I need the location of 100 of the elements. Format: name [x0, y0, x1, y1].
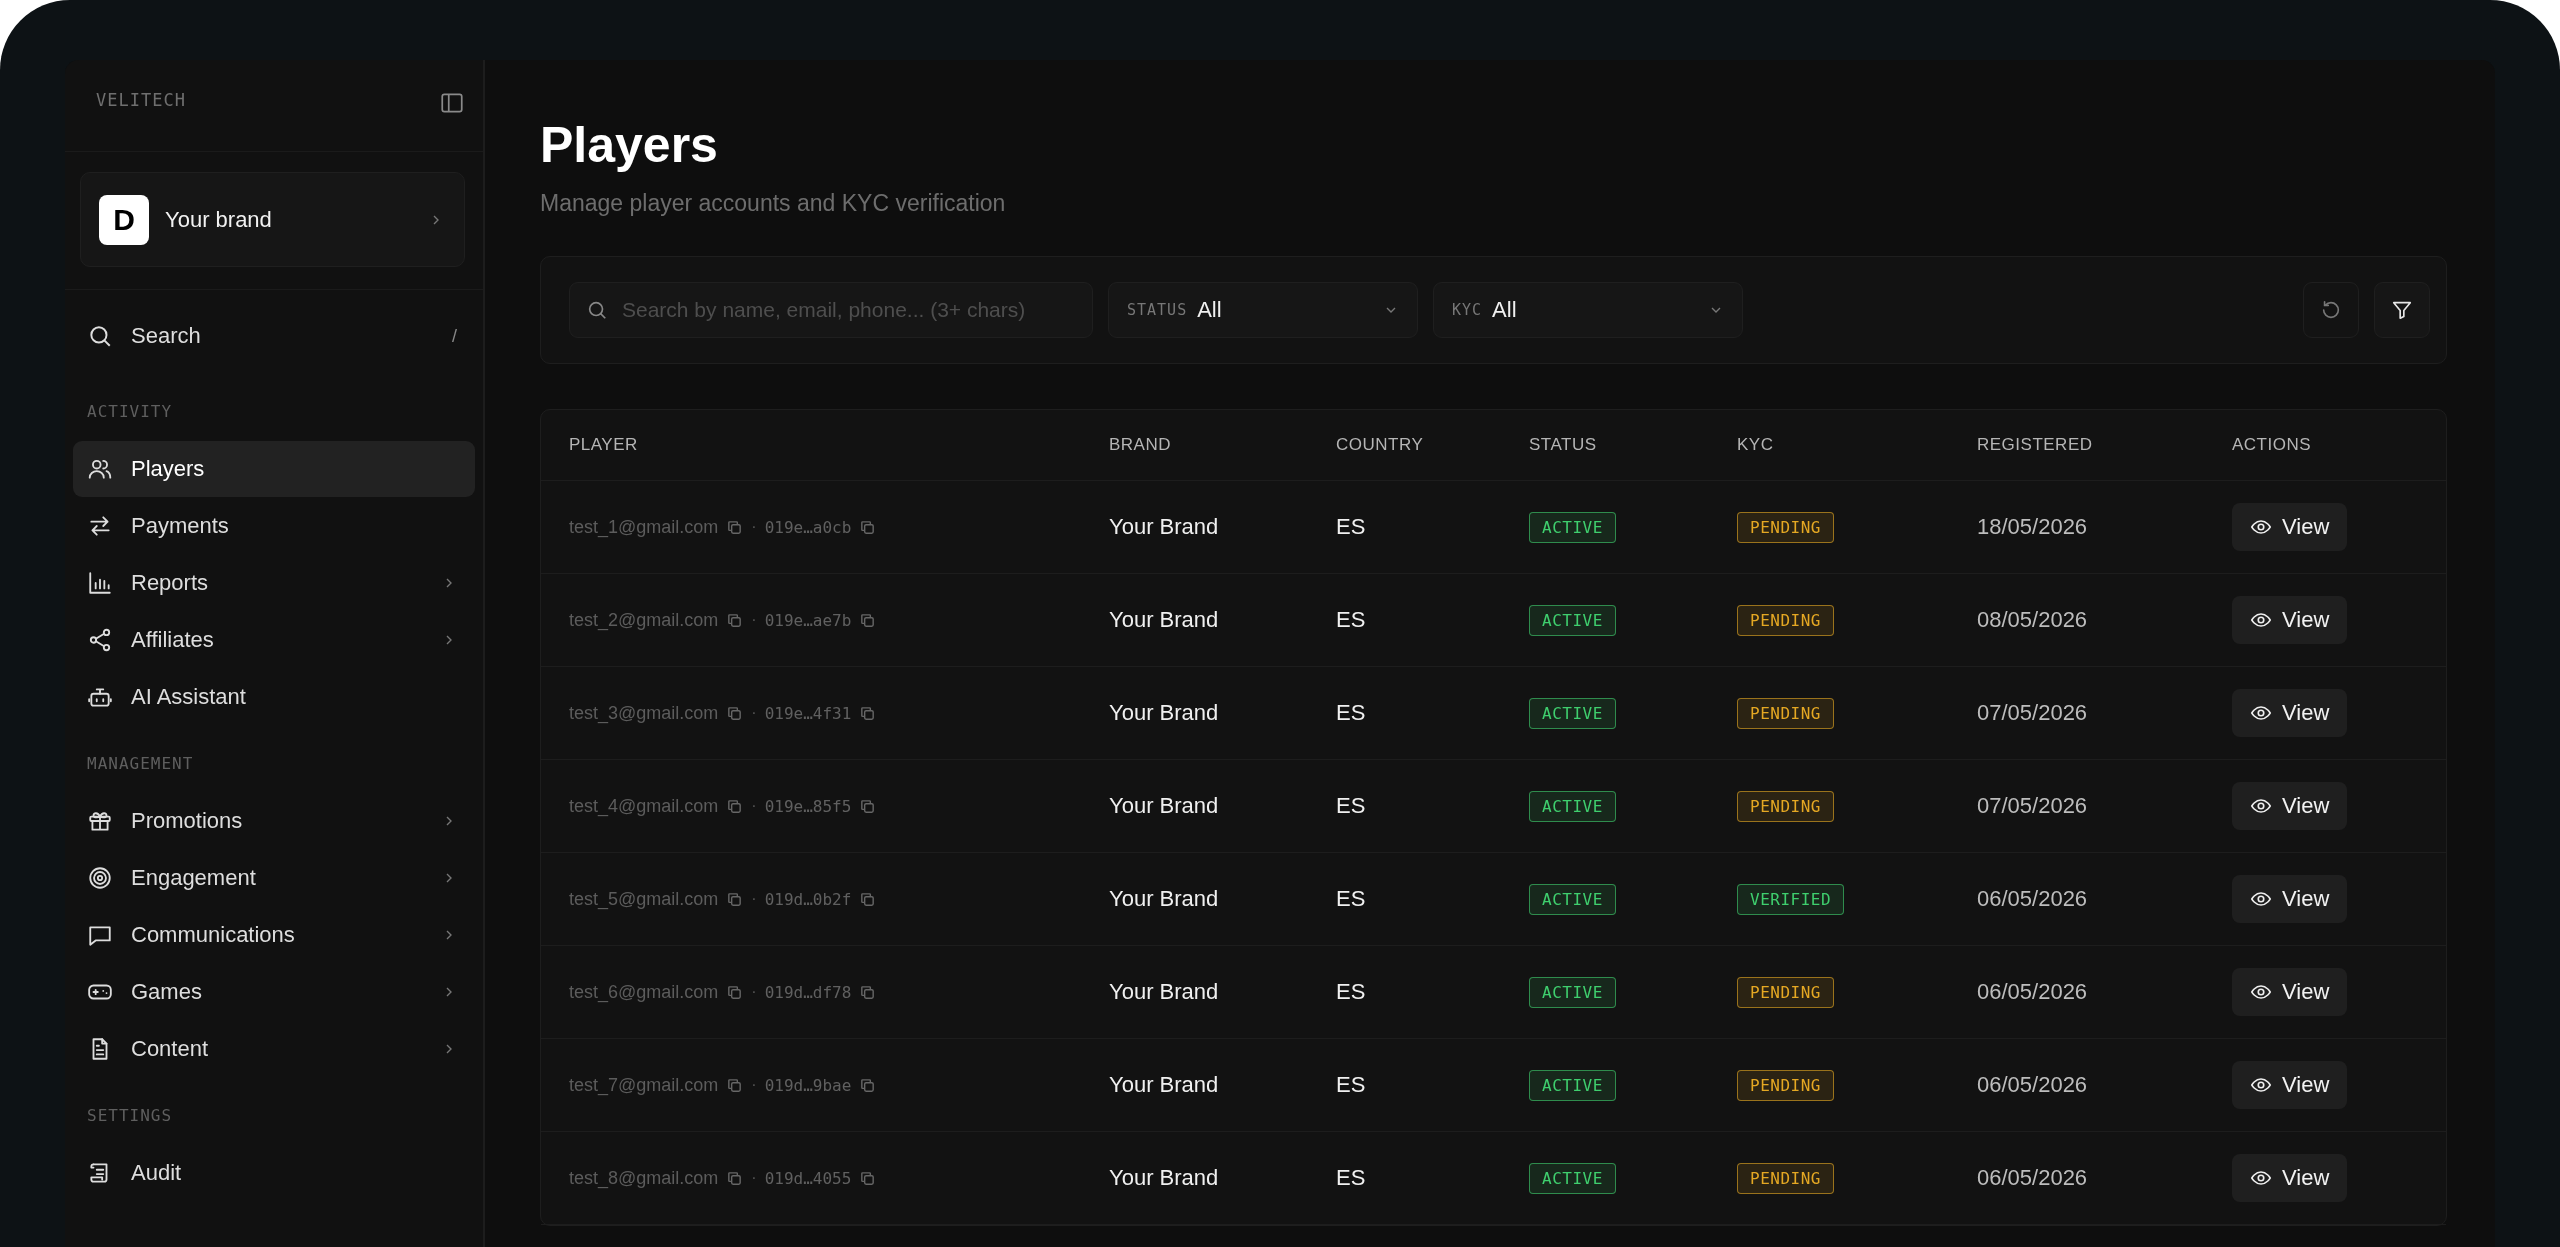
player-id: 019e…a0cb: [764, 517, 852, 537]
player-id: 019e…ae7b: [764, 610, 852, 630]
page-subtitle: Manage player accounts and KYC verification: [540, 190, 1007, 217]
page-title: Players: [540, 116, 719, 174]
status-badge: ACTIVE: [1529, 697, 1616, 729]
view-button[interactable]: View: [2232, 596, 2348, 644]
player-id: 019d…df78: [764, 982, 852, 1002]
country-cell-text: ES: [1336, 793, 1367, 819]
column-header: COUNTRY: [1336, 435, 1425, 455]
nav-item[interactable]: Games: [73, 964, 475, 1020]
search-icon: [586, 299, 608, 321]
copy-icon[interactable]: [726, 611, 744, 629]
brand-cell-text: Your Brand: [1109, 886, 1220, 912]
player-id: 019e…85f5: [764, 796, 852, 816]
player-id: 019e…4f31: [764, 703, 852, 723]
brand-avatar: D: [99, 194, 149, 245]
kyc-badge: PENDING: [1737, 1162, 1834, 1194]
search-button[interactable]: Search /: [73, 308, 475, 364]
copy-icon[interactable]: [859, 983, 877, 1001]
copy-icon[interactable]: [859, 797, 877, 815]
kyc-badge: PENDING: [1737, 1069, 1834, 1101]
filter-button[interactable]: [2374, 282, 2430, 338]
nav-item[interactable]: Audit: [73, 1145, 475, 1201]
player-email: test_1@gmail.com: [569, 516, 719, 538]
nav-item[interactable]: Reports: [73, 555, 475, 611]
player-email: test_8@gmail.com: [569, 1167, 719, 1189]
brand-cell-text: Your Brand: [1109, 1165, 1220, 1191]
copy-icon[interactable]: [726, 518, 744, 536]
date-cell-text: 08/05/2026: [1977, 607, 2089, 633]
shortcut-key: /: [452, 325, 457, 347]
brand-cell-text: Your Brand: [1109, 514, 1220, 540]
logo-text: VELITECH: [96, 90, 186, 110]
status-badge: ACTIVE: [1529, 604, 1616, 636]
copy-icon[interactable]: [726, 1076, 744, 1094]
view-button[interactable]: View: [2232, 1061, 2348, 1109]
copy-icon[interactable]: [726, 797, 744, 815]
nav-item[interactable]: Communications: [73, 907, 475, 963]
column-header: REGISTERED: [1977, 435, 2094, 455]
filter-dropdown[interactable]: KYC All: [1433, 282, 1743, 338]
nav-item[interactable]: Content: [73, 1021, 475, 1077]
copy-icon[interactable]: [859, 890, 877, 908]
kyc-badge: PENDING: [1737, 511, 1834, 543]
player-email: test_4@gmail.com: [569, 795, 719, 817]
copy-icon[interactable]: [859, 704, 877, 722]
player-id: 019d…9bae: [764, 1075, 852, 1095]
kyc-badge: PENDING: [1737, 604, 1834, 636]
search-field[interactable]: Search by name, email, phone... (3+ chars): [569, 282, 1093, 338]
sidebar-toggle-icon[interactable]: [439, 90, 465, 116]
view-button[interactable]: View: [2232, 968, 2348, 1016]
bar-chart-icon: [87, 570, 113, 596]
refresh-button[interactable]: [2303, 282, 2359, 338]
arrows-icon: [87, 513, 113, 539]
status-badge: ACTIVE: [1529, 1069, 1616, 1101]
column-header: KYC: [1737, 435, 1775, 455]
share-icon: [87, 627, 113, 653]
copy-icon[interactable]: [859, 518, 877, 536]
separator-dot: ·: [751, 797, 757, 815]
column-header: PLAYER: [569, 435, 639, 455]
status-badge: ACTIVE: [1529, 1162, 1616, 1194]
brand-cell-text: Your Brand: [1109, 700, 1220, 726]
separator-dot: ·: [751, 983, 757, 1001]
copy-icon[interactable]: [859, 1169, 877, 1187]
nav-item[interactable]: Players: [73, 441, 475, 497]
country-cell-text: ES: [1336, 700, 1367, 726]
status-badge: ACTIVE: [1529, 511, 1616, 543]
status-badge: ACTIVE: [1529, 790, 1616, 822]
view-button[interactable]: View: [2232, 875, 2348, 923]
separator-dot: ·: [751, 1076, 757, 1094]
nav-item[interactable]: Payments: [73, 498, 475, 554]
view-button[interactable]: View: [2232, 1154, 2348, 1202]
search-icon: [87, 323, 113, 349]
copy-icon[interactable]: [726, 1169, 744, 1187]
view-button[interactable]: View: [2232, 782, 2348, 830]
brand-cell-text: Your Brand: [1109, 1072, 1220, 1098]
player-email: test_2@gmail.com: [569, 609, 719, 631]
separator-dot: ·: [751, 704, 757, 722]
brand-switcher[interactable]: D Your brand: [80, 172, 465, 267]
view-button[interactable]: View: [2232, 689, 2348, 737]
nav-item[interactable]: Engagement: [73, 850, 475, 906]
view-button[interactable]: View: [2232, 503, 2348, 551]
date-cell-text: 06/05/2026: [1977, 886, 2089, 912]
date-cell-text: 06/05/2026: [1977, 1165, 2089, 1191]
copy-icon[interactable]: [859, 1076, 877, 1094]
date-cell-text: 18/05/2026: [1977, 514, 2089, 540]
column-header: BRAND: [1109, 435, 1172, 455]
country-cell-text: ES: [1336, 1072, 1367, 1098]
nav-item[interactable]: Affiliates: [73, 612, 475, 668]
copy-icon[interactable]: [726, 890, 744, 908]
nav-item[interactable]: Promotions: [73, 793, 475, 849]
country-cell-text: ES: [1336, 1165, 1367, 1191]
copy-icon[interactable]: [726, 983, 744, 1001]
status-badge: ACTIVE: [1529, 883, 1616, 915]
kyc-badge: VERIFIED: [1737, 883, 1845, 915]
copy-icon[interactable]: [726, 704, 744, 722]
separator-dot: ·: [751, 611, 757, 629]
filter-dropdown[interactable]: STATUS All: [1108, 282, 1418, 338]
section-heading: SETTINGS: [86, 1105, 174, 1127]
copy-icon[interactable]: [859, 611, 877, 629]
nav-item[interactable]: AI Assistant: [73, 669, 475, 725]
player-id: 019d…0b2f: [764, 889, 852, 909]
